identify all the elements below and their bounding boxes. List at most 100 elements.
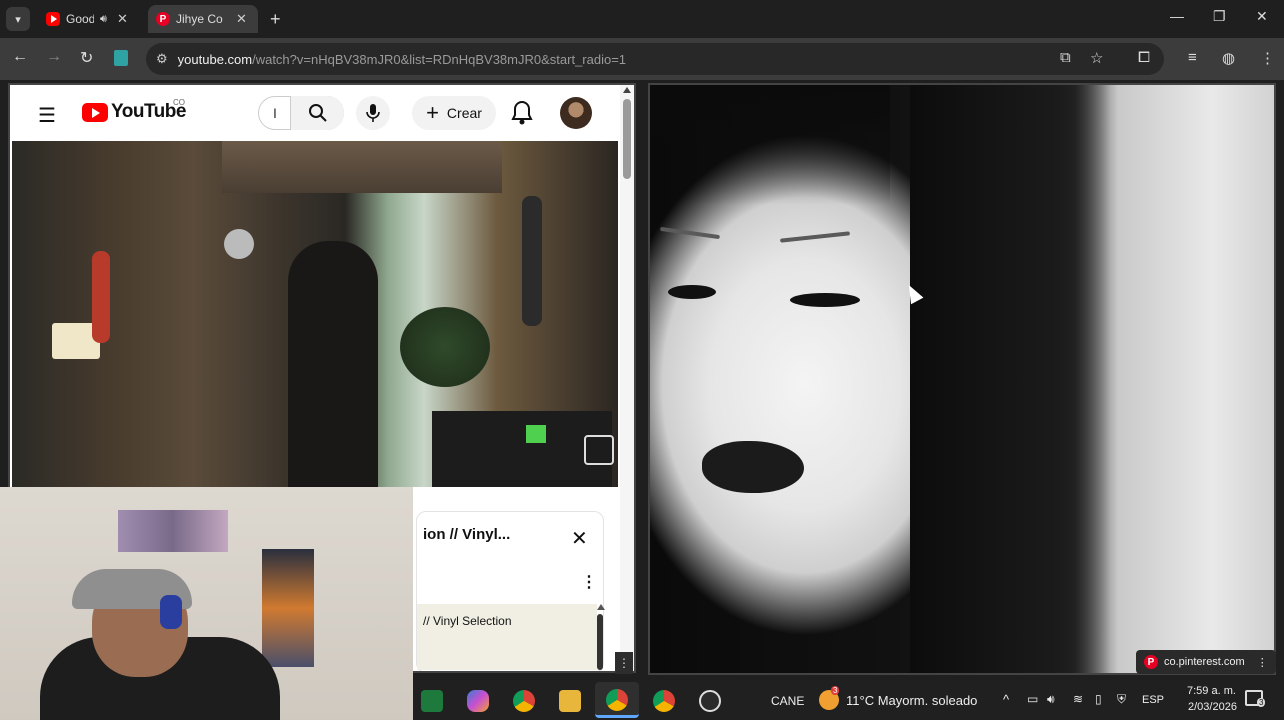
battery-icon[interactable]: ▯: [1095, 692, 1102, 706]
wifi-icon[interactable]: ≋: [1073, 692, 1083, 706]
close-icon[interactable]: ✕: [571, 526, 588, 551]
pinterest-window: [648, 83, 1276, 675]
install-app-icon[interactable]: ⧉: [1060, 49, 1071, 66]
tab-label: Jihye Co: [176, 12, 223, 26]
more-options-icon[interactable]: ⋮: [581, 572, 597, 592]
new-tab-button[interactable]: +: [262, 5, 288, 33]
wall-poster: [118, 510, 228, 552]
webcam-overlay: [0, 487, 413, 720]
right-eyebrow: [779, 231, 851, 243]
forward-arrow-icon[interactable]: →: [46, 48, 62, 66]
notification-count: 3: [1257, 698, 1266, 707]
person-silhouette: [288, 241, 378, 487]
copilot-icon[interactable]: [467, 690, 489, 712]
playlist-panel: ion // Vinyl... ✕ ⋮ // Vinyl Selection: [416, 511, 605, 671]
bookmark-star-icon[interactable]: ☆: [1090, 49, 1103, 67]
security-shield-icon[interactable]: ⛨: [1117, 692, 1126, 707]
taskbar-active-app[interactable]: [595, 682, 639, 718]
pad-lights: [526, 425, 546, 443]
video-player[interactable]: [12, 141, 618, 487]
tab-search-button[interactable]: ▾: [6, 7, 30, 31]
extensions-puzzle-icon[interactable]: ⧠: [1138, 49, 1150, 66]
hair-top: [650, 85, 890, 205]
account-avatar[interactable]: [560, 97, 592, 129]
excel-icon[interactable]: [421, 690, 443, 712]
youtube-logo-icon[interactable]: [82, 103, 108, 122]
network-icon[interactable]: ▭: [1027, 692, 1038, 706]
text-cursor: I: [273, 105, 277, 121]
user-label[interactable]: CANE: [771, 694, 804, 708]
profile-avatar-icon[interactable]: ◍: [1222, 49, 1235, 67]
chrome-icon: [606, 689, 628, 711]
language-indicator[interactable]: ESP: [1142, 694, 1164, 706]
weather-icon[interactable]: 3: [819, 686, 840, 710]
clock-date[interactable]: 2/03/2026: [1188, 701, 1237, 713]
show-hidden-icons[interactable]: ^: [1003, 692, 1009, 707]
chrome-profile-icon[interactable]: [653, 690, 675, 712]
notifications-icon[interactable]: 3: [1245, 690, 1266, 707]
minimize-button[interactable]: —: [1170, 8, 1184, 24]
more-options-icon[interactable]: ⋮: [615, 652, 633, 674]
sidebar-extension-icon[interactable]: [114, 50, 128, 66]
pinterest-source-link[interactable]: P co.pinterest.com ⋮: [1136, 650, 1276, 674]
red-guitar: [92, 251, 110, 343]
file-explorer-icon[interactable]: [559, 690, 581, 712]
portrait-photo[interactable]: [650, 85, 1274, 673]
back-arrow-icon[interactable]: ←: [12, 48, 28, 66]
panel-scrollbar[interactable]: [597, 604, 605, 671]
tab-strip: ▾ Good 🔊︎ ✕ P Jihye Co ✕ + — ❐ ✕: [0, 0, 1284, 38]
wall-guitar: [522, 196, 542, 326]
playlist-item-selected[interactable]: // Vinyl Selection: [417, 604, 597, 670]
reload-icon[interactable]: ↻: [80, 48, 93, 68]
headphones: [160, 595, 182, 629]
address-bar[interactable]: ⚙ youtube.com/watch?v=nHqBV38mJR0&list=R…: [146, 43, 1164, 75]
menu-kebab-icon[interactable]: ⋮: [1260, 49, 1275, 67]
create-label: Crear: [446, 105, 482, 121]
create-button[interactable]: + Crear: [412, 96, 496, 130]
browser-toolbar: ← → ↻ ⚙ youtube.com/watch?v=nHqBV38mJR0&…: [0, 38, 1284, 80]
channel-logo-watermark: [584, 435, 614, 465]
windows-taskbar: CANE 3 11°C Mayorm. soleado ^ ▭ 🔊︎ ≋ ▯ ⛨…: [413, 680, 1284, 720]
source-host: co.pinterest.com: [1164, 656, 1245, 668]
playlist-title[interactable]: ion // Vinyl...: [423, 526, 510, 543]
notifications-bell-icon[interactable]: [510, 99, 534, 127]
lips: [702, 441, 804, 493]
close-icon[interactable]: ✕: [117, 11, 128, 27]
pinterest-icon: P: [156, 12, 170, 26]
tab-youtube[interactable]: Good 🔊︎ ✕: [38, 5, 148, 33]
media-control-icon[interactable]: ≡: [1188, 49, 1197, 66]
weather-text[interactable]: 11°C Mayorm. soleado: [846, 693, 977, 708]
gold-record: [224, 229, 254, 259]
tab-label: Good: [66, 12, 94, 26]
url-host: youtube.com: [177, 51, 253, 67]
right-eye: [790, 293, 860, 307]
weather-badge: 3: [831, 686, 840, 695]
speaker-icon[interactable]: 🔊︎: [100, 13, 107, 26]
page-scrollbar[interactable]: [620, 85, 634, 671]
left-eyebrow: [660, 226, 720, 240]
restore-button[interactable]: ❐: [1213, 8, 1226, 25]
volume-icon[interactable]: 🔊︎: [1047, 692, 1055, 707]
tab-pinterest[interactable]: P Jihye Co ✕: [148, 5, 258, 33]
search-button[interactable]: [290, 96, 344, 130]
search-icon: [308, 104, 327, 122]
playlist-item-title: // Vinyl Selection: [423, 614, 512, 628]
youtube-icon: [46, 12, 60, 26]
pinterest-icon: P: [1144, 655, 1158, 669]
ceiling-beams: [222, 141, 502, 193]
more-options-icon[interactable]: ⋮: [1257, 656, 1268, 669]
left-eye: [668, 285, 716, 299]
chrome-icon[interactable]: [513, 690, 535, 712]
site-settings-icon[interactable]: ⚙: [156, 51, 168, 67]
close-icon[interactable]: ✕: [236, 11, 247, 27]
scrollbar-thumb[interactable]: [623, 99, 631, 179]
region-code: CO: [173, 98, 185, 107]
clock-time[interactable]: 7:59 a. m.: [1187, 685, 1236, 697]
wall-poster: [262, 549, 314, 667]
obs-icon[interactable]: [699, 690, 721, 712]
plus-icon: +: [426, 100, 439, 125]
close-window-button[interactable]: ✕: [1256, 8, 1268, 25]
hamburger-menu-icon[interactable]: ☰: [38, 103, 56, 128]
voice-search-button[interactable]: [356, 96, 390, 130]
monstera-plant: [400, 307, 490, 387]
